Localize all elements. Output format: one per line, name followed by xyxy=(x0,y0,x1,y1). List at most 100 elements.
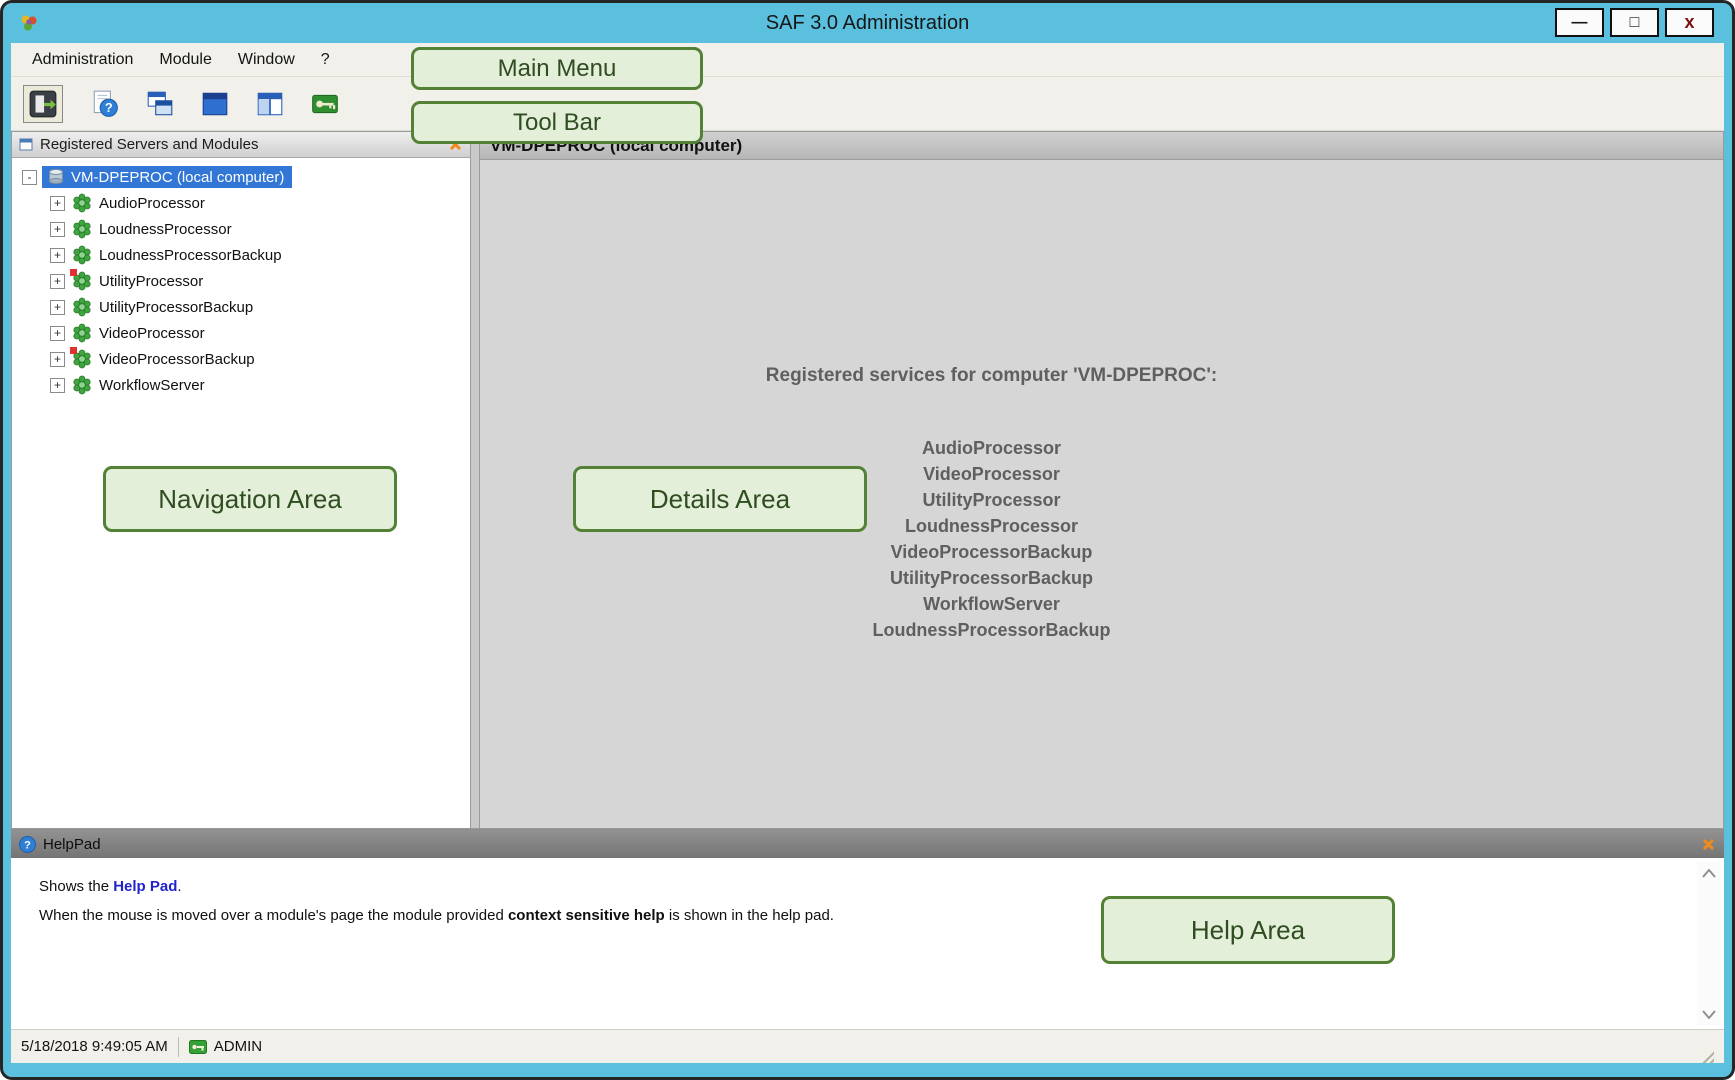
expand-toggle-icon[interactable]: + xyxy=(50,378,65,393)
expand-toggle-icon[interactable]: + xyxy=(50,300,65,315)
expand-toggle-icon[interactable]: + xyxy=(50,326,65,341)
tree-item[interactable]: + xyxy=(12,242,470,268)
menu-item[interactable]: Module xyxy=(146,46,224,74)
full-window-button[interactable] xyxy=(195,85,235,123)
tree-root-row[interactable]: - VM-DPEPROC (local computer) xyxy=(12,164,470,190)
tree-item-label: VideoProcessorBackup xyxy=(99,351,255,368)
server-tree: - VM-DPEPROC (local computer) xyxy=(12,158,470,398)
login-key-button[interactable] xyxy=(305,85,345,123)
expand-toggle-icon[interactable]: + xyxy=(50,352,65,367)
module-gear-icon xyxy=(72,297,92,317)
annotation-help-area: Help Area xyxy=(1101,896,1395,964)
tree-root-selection[interactable]: VM-DPEPROC (local computer) xyxy=(42,166,292,188)
tool-bar: ? xyxy=(11,77,1724,131)
tree-children: + xyxy=(12,190,470,398)
details-heading: Registered services for computer 'VM-DPE… xyxy=(766,365,1217,387)
service-name: VideoProcessorBackup xyxy=(872,539,1110,565)
expand-toggle-icon[interactable]: + xyxy=(50,274,65,289)
title-bar: SAF 3.0 Administration — □ x xyxy=(3,3,1732,43)
tree-item-label: AudioProcessor xyxy=(99,195,205,212)
tree-item-label: UtilityProcessor xyxy=(99,273,203,290)
tree-item[interactable]: + xyxy=(12,268,470,294)
helppad-panel: ? HelpPad Shows the Help Pad. When the m… xyxy=(11,829,1724,1029)
helppad-bold-text: context sensitive help xyxy=(508,907,665,924)
window-controls: — □ x xyxy=(1555,8,1714,37)
tree-item[interactable]: + xyxy=(12,346,470,372)
annotation-tool-bar: Tool Bar xyxy=(411,101,703,144)
helppad-title: HelpPad xyxy=(43,836,1694,853)
menu-item[interactable]: ? xyxy=(308,46,343,74)
tree-item[interactable]: + xyxy=(12,294,470,320)
tree-item[interactable]: + xyxy=(12,372,470,398)
annotation-details-area: Details Area xyxy=(573,466,867,532)
full-window-icon xyxy=(200,89,230,119)
svg-text:?: ? xyxy=(105,100,113,115)
module-gear-icon xyxy=(72,349,92,369)
alert-dot xyxy=(70,269,77,276)
help-pad-link[interactable]: Help Pad xyxy=(113,878,177,895)
cascade-windows-button[interactable] xyxy=(140,85,180,123)
annotation-main-menu: Main Menu xyxy=(411,47,703,90)
scroll-up-icon[interactable] xyxy=(1697,862,1721,884)
resize-grip[interactable] xyxy=(1699,1048,1714,1063)
exit-icon xyxy=(28,89,58,119)
service-name: WorkflowServer xyxy=(872,591,1110,617)
tile-windows-button[interactable] xyxy=(250,85,290,123)
exit-button[interactable] xyxy=(23,85,63,123)
window-body: Administration Module Window ? xyxy=(11,43,1724,1063)
expand-toggle-icon[interactable]: + xyxy=(50,248,65,263)
tree-item-label: UtilityProcessorBackup xyxy=(99,299,253,316)
service-name: UtilityProcessor xyxy=(872,487,1110,513)
module-gear-icon xyxy=(72,323,92,343)
menu-item[interactable]: Administration xyxy=(19,46,146,74)
server-icon xyxy=(47,168,65,186)
module-gear-icon xyxy=(72,193,92,213)
module-gear-icon xyxy=(72,375,92,395)
tree-item[interactable]: + xyxy=(12,216,470,242)
service-name: LoudnessProcessor xyxy=(872,513,1110,539)
menu-item[interactable]: Window xyxy=(225,46,308,74)
helppad-toggle-icon: ? xyxy=(90,89,120,119)
services-list: AudioProcessor VideoProcessor UtilityPro… xyxy=(872,435,1110,643)
status-user: ADMIN xyxy=(214,1038,262,1055)
helppad-text: When the mouse is moved over a module's … xyxy=(39,907,508,924)
helppad-line-2: When the mouse is moved over a module's … xyxy=(39,907,1664,924)
panel-window-icon xyxy=(19,137,34,152)
minimize-button[interactable]: — xyxy=(1555,8,1604,37)
collapse-toggle-icon[interactable]: - xyxy=(22,170,37,185)
helppad-text: Shows the xyxy=(39,878,113,895)
expand-toggle-icon[interactable]: + xyxy=(50,196,65,211)
logged-in-key-icon xyxy=(189,1040,207,1054)
close-button[interactable]: x xyxy=(1665,8,1714,37)
helppad-text: is shown in the help pad. xyxy=(665,907,834,924)
menu-bar: Administration Module Window ? xyxy=(11,43,1724,77)
tree-item[interactable]: + xyxy=(12,320,470,346)
annotation-navigation-area: Navigation Area xyxy=(103,466,397,532)
status-separator xyxy=(178,1037,179,1057)
tree-root-label: VM-DPEPROC (local computer) xyxy=(71,169,284,186)
close-helppad-icon[interactable] xyxy=(1701,837,1716,852)
service-name: UtilityProcessorBackup xyxy=(872,565,1110,591)
maximize-button[interactable]: □ xyxy=(1610,8,1659,37)
expand-toggle-icon[interactable]: + xyxy=(50,222,65,237)
helppad-content: Shows the Help Pad. When the mouse is mo… xyxy=(11,858,1724,1029)
service-name: VideoProcessor xyxy=(872,461,1110,487)
tree-item[interactable]: + xyxy=(12,190,470,216)
status-bar: 5/18/2018 9:49:05 AM ADMIN xyxy=(11,1029,1724,1063)
helppad-text: . xyxy=(177,878,181,895)
svg-text:?: ? xyxy=(24,839,31,851)
module-gear-icon xyxy=(72,219,92,239)
tile-windows-icon xyxy=(255,89,285,119)
helppad-header: ? HelpPad xyxy=(11,830,1724,858)
module-gear-icon xyxy=(72,245,92,265)
scroll-down-icon[interactable] xyxy=(1697,1003,1721,1025)
tree-item-label: LoudnessProcessorBackup xyxy=(99,247,282,264)
cascade-windows-icon xyxy=(145,89,175,119)
helppad-scrollbar[interactable] xyxy=(1697,862,1721,1025)
panel-splitter[interactable] xyxy=(471,131,479,829)
helppad-line-1: Shows the Help Pad. xyxy=(39,878,1664,895)
navigation-panel-header: Registered Servers and Modules xyxy=(12,132,470,158)
navigation-panel-title: Registered Servers and Modules xyxy=(40,136,442,153)
tree-item-label: VideoProcessor xyxy=(99,325,205,342)
helppad-toggle-button[interactable]: ? xyxy=(85,85,125,123)
